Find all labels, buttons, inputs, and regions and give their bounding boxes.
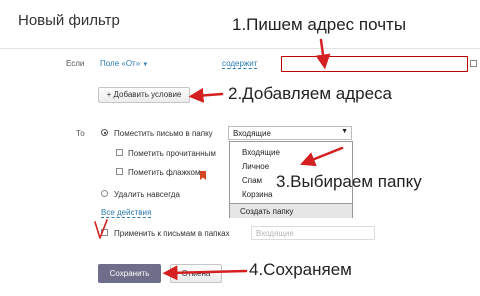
arrow-step-1-icon: [315, 38, 331, 70]
annotation-arrows: [162, 38, 344, 281]
arrow-step-2-icon: [188, 87, 224, 103]
arrow-step-3-icon: [300, 146, 344, 167]
arrow-step-4-icon: [162, 265, 248, 281]
